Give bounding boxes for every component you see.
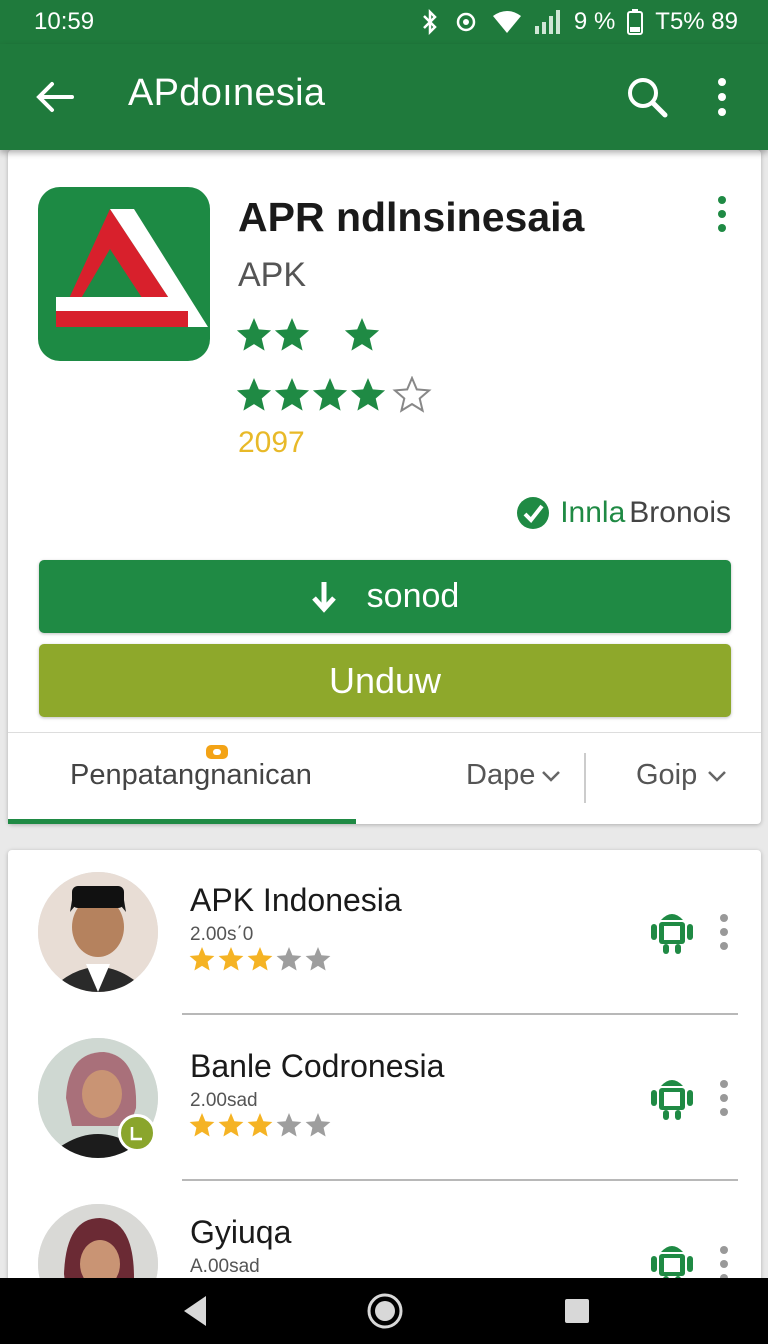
download-button[interactable]: Unduw — [39, 644, 731, 717]
star-empty-icon — [305, 947, 331, 971]
list-item-name: APK Indonesia — [190, 882, 402, 918]
avatar — [38, 872, 158, 992]
rating-stars-row2 — [236, 376, 432, 413]
list-item[interactable]: APK Indonesia 2.00s΄0 — [8, 850, 761, 1015]
nav-back-icon[interactable] — [180, 1294, 210, 1328]
dropdown-1-label: Dape — [466, 759, 536, 791]
tab-active-indicator — [8, 819, 356, 824]
list-divider — [182, 1013, 738, 1015]
app-title: APR ndlnsinesaia — [238, 194, 585, 240]
search-icon[interactable] — [622, 72, 672, 122]
chevron-down-icon — [542, 770, 561, 782]
battery-percent: 9 % — [573, 8, 616, 35]
system-nav-bar — [0, 1278, 768, 1344]
nav-home-icon[interactable] — [366, 1292, 404, 1330]
star-filled-icon — [189, 1113, 215, 1137]
app-list-card: APK Indonesia 2.00s΄0 Banle Codronesia 2… — [8, 850, 761, 1290]
star-filled-icon — [247, 1113, 273, 1137]
nav-recent-apps-icon[interactable] — [564, 1298, 590, 1324]
download-button-label: Unduw — [328, 659, 442, 701]
list-item[interactable]: Banle Codronesia 2.00sad — [8, 1016, 761, 1181]
wifi-icon — [492, 11, 521, 33]
star-filled-icon — [350, 378, 386, 411]
star-filled-icon — [312, 378, 348, 411]
battery-icon — [627, 9, 644, 35]
list-item-name: Banle Codronesia — [190, 1048, 445, 1084]
more-vert-icon[interactable] — [710, 194, 734, 234]
list-item-rating — [189, 947, 331, 971]
chevron-down-icon — [708, 770, 727, 782]
signal-icon — [534, 10, 560, 34]
vibrate-icon — [456, 12, 476, 32]
developer-name: Innla — [560, 496, 626, 529]
rating-stars-row1 — [236, 318, 380, 351]
star-empty-icon — [392, 376, 432, 413]
star-empty-icon — [276, 1113, 302, 1137]
status-icons: 9 % T5% 89 — [420, 8, 738, 36]
notification-badge-icon — [206, 745, 228, 759]
list-divider — [182, 1179, 738, 1181]
dropdown-2-label: Goip — [636, 759, 698, 791]
install-button-label: sonod — [366, 577, 460, 615]
app-subtitle: APK — [238, 256, 307, 294]
verified-check-icon — [517, 497, 550, 529]
more-vert-icon[interactable] — [714, 1078, 734, 1118]
verified-badge-icon — [118, 1114, 156, 1152]
download-arrow-icon — [311, 581, 336, 613]
status-bar: 10:59 9 % T5% 89 — [0, 0, 768, 44]
tab-divider — [584, 753, 586, 803]
app-bar-title: APdoınesia — [128, 72, 326, 114]
list-item[interactable]: Gyiuqa A.00sad — [8, 1182, 761, 1290]
more-vert-icon[interactable] — [700, 72, 744, 122]
list-item-subtitle: 2.00s΄0 — [190, 924, 254, 945]
star-filled-icon — [218, 947, 244, 971]
tab-main[interactable]: Penpatangnanican — [70, 759, 312, 792]
star-empty-icon — [305, 1113, 331, 1137]
app-logo-icon — [38, 187, 210, 361]
more-vert-icon[interactable] — [714, 912, 734, 952]
list-item-rating — [189, 1113, 331, 1137]
star-filled-icon — [274, 378, 310, 411]
star-filled-icon — [236, 378, 272, 411]
star-filled-icon — [247, 947, 273, 971]
status-extra: T5% 89 — [655, 8, 738, 35]
back-arrow-icon[interactable] — [30, 72, 80, 122]
list-item-subtitle: 2.00sad — [190, 1090, 258, 1111]
filter-dropdown-2[interactable]: Goip — [636, 759, 727, 792]
bluetooth-icon — [423, 9, 437, 35]
star-filled-icon — [189, 947, 215, 971]
app-bar: APdoınesia — [0, 44, 768, 150]
tab-bar: Penpatangnanican Dape Goip — [8, 732, 761, 824]
developer-link[interactable]: Innla Bronois — [516, 496, 731, 530]
list-item-subtitle: A.00sad — [190, 1256, 260, 1277]
app-detail-card: APR ndlnsinesaia APK 2097 Innla Bronois … — [8, 150, 761, 824]
star-empty-icon — [276, 947, 302, 971]
developer-name-suffix: Bronois — [629, 496, 731, 529]
star-filled-icon — [218, 1113, 244, 1137]
star-filled-icon — [274, 318, 310, 351]
rating-count: 2097 — [238, 426, 305, 459]
star-filled-icon — [236, 318, 272, 351]
android-icon — [651, 1080, 693, 1120]
star-filled-icon — [344, 318, 380, 351]
install-button[interactable]: sonod — [39, 560, 731, 633]
status-time: 10:59 — [34, 8, 95, 35]
list-item-name: Gyiuqa — [190, 1214, 292, 1250]
filter-dropdown-1[interactable]: Dape — [466, 759, 561, 792]
android-icon — [651, 914, 693, 954]
